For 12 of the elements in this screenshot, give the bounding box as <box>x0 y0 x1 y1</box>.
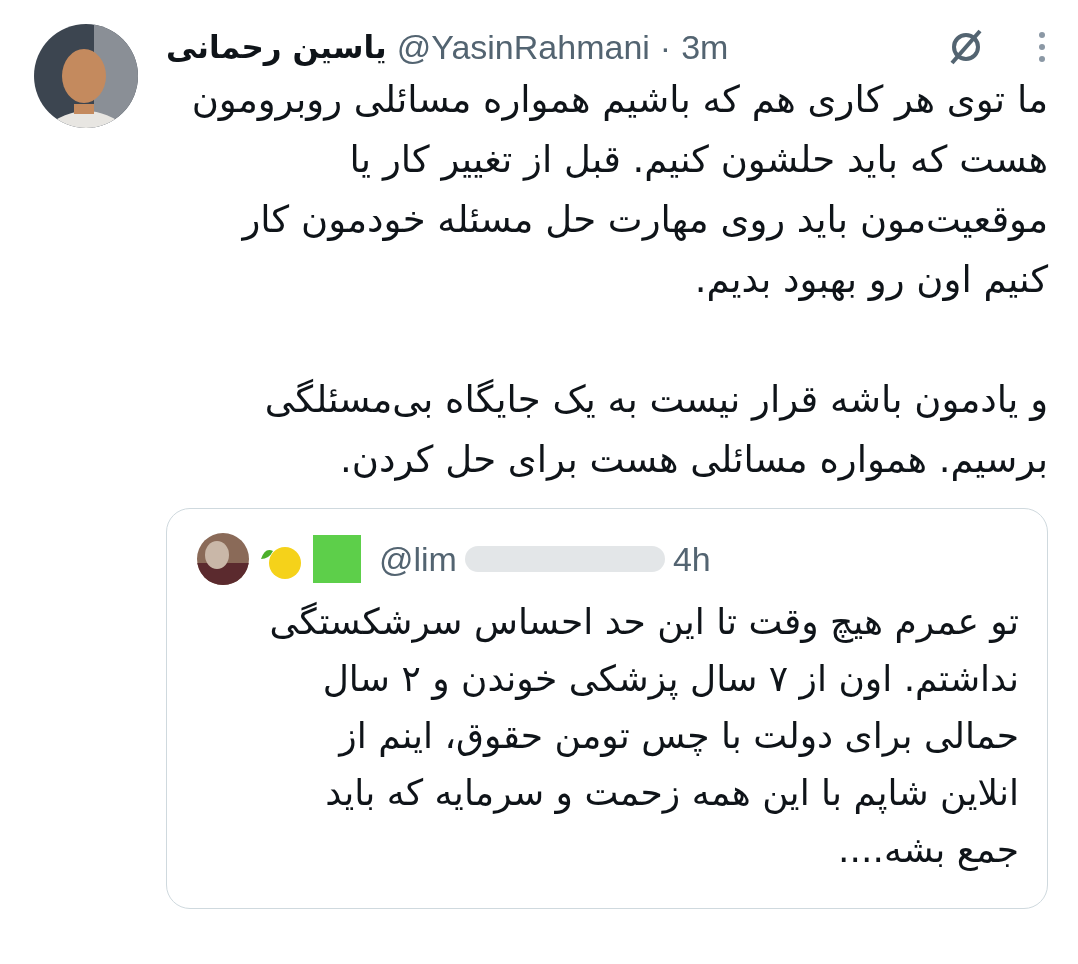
tweet-text: و یادمون باشه قرار نیست به یک جایگاه بی‌مسئلگی برسیم. همواره مسائلی هست برای حل کردن. <box>263 377 1048 483</box>
display-name[interactable]: یاسین رحمانی <box>166 29 387 65</box>
timestamp[interactable]: 4h <box>672 539 711 579</box>
timestamp[interactable]: 3m <box>681 27 729 67</box>
quoted-text: تو عمرم هیچ وقت تا این حد احساس سرشکستگی نداشتم. اون از ۷ سال پزشکی خوندن و ۲ سال حمالی برای دولت با چس تومن حقوق، اینم از انلاین شاپم با این همه زحمت و سرمایه که باید جمع بشه.... <box>268 600 1019 873</box>
user-handle[interactable]: @YasinRahmani <box>396 27 650 67</box>
tweet-text: ما توی هر کاری هم که باشیم همواره مسائلی روبرومون هست که باید حلشون کنیم. قبل از تغییر کار یا موقعیت‌مون باید روی مهارت حل مسئله خودمون کار کنیم اون رو بهبود بدیم. <box>190 77 1048 303</box>
avatar[interactable] <box>197 533 249 585</box>
square-emoji-icon <box>311 533 363 585</box>
more-icon[interactable] <box>1036 29 1048 65</box>
separator: · <box>659 27 672 67</box>
user-handle[interactable]: @lim <box>379 539 457 579</box>
